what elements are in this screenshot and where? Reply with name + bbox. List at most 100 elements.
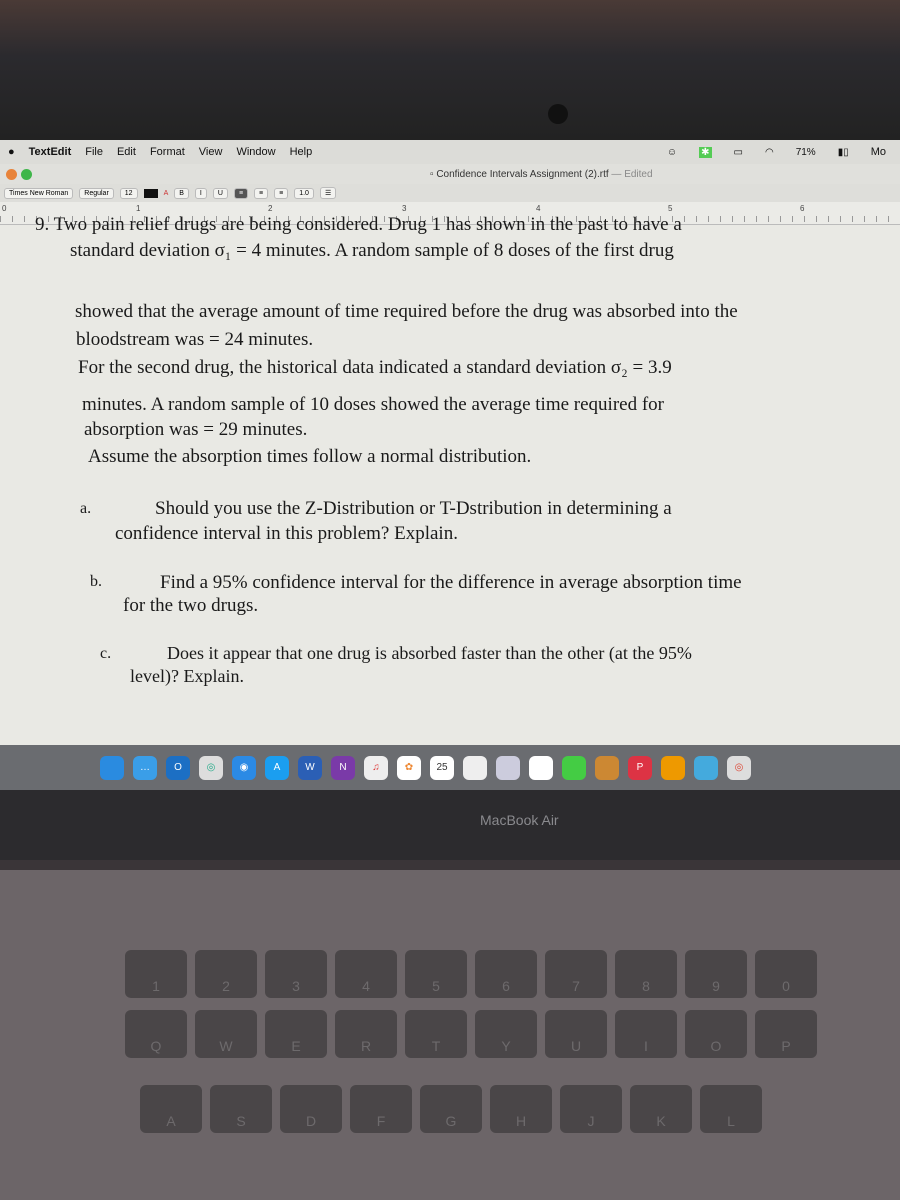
highlight-color-icon[interactable]: A <box>164 190 169 197</box>
key[interactable]: H <box>490 1085 552 1133</box>
key[interactable]: L <box>700 1085 762 1133</box>
zoom-button[interactable] <box>21 168 32 180</box>
minimize-button[interactable] <box>6 168 17 180</box>
key[interactable]: T <box>405 1010 467 1058</box>
top-letter-row: Q W E R T Y U I O P <box>125 1010 817 1058</box>
key[interactable]: Q <box>125 1010 187 1058</box>
italic-button[interactable]: I <box>194 187 207 199</box>
powerpoint-icon[interactable]: P <box>628 755 652 780</box>
key[interactable]: 0 <box>755 950 817 998</box>
font-family-select[interactable]: Times New Roman <box>4 187 74 199</box>
title-bar: ▫ Confidence Intervals Assignment (2).rt… <box>0 164 900 184</box>
key[interactable]: U <box>545 1010 607 1058</box>
photos-icon[interactable]: ✿ <box>397 755 421 780</box>
apple-icon[interactable]: ● <box>8 146 15 158</box>
text-color-swatch[interactable] <box>143 188 158 198</box>
key[interactable]: 7 <box>545 950 607 998</box>
menu-format[interactable]: Format <box>150 146 185 158</box>
safari-icon[interactable]: ◉ <box>232 755 256 780</box>
menu-view[interactable]: View <box>199 146 223 158</box>
key[interactable]: D <box>280 1085 342 1133</box>
align-right-icon[interactable]: ≡ <box>274 187 289 199</box>
key[interactable]: W <box>195 1010 257 1058</box>
key[interactable]: 9 <box>685 950 747 998</box>
edited-status: — Edited <box>611 168 653 180</box>
key[interactable]: F <box>350 1085 412 1133</box>
doc-line: absorption was = 29 minutes. <box>84 419 308 440</box>
appstore-icon[interactable]: A <box>265 755 289 780</box>
question-text: level)? Explain. <box>130 666 244 686</box>
preview-icon[interactable] <box>496 755 520 780</box>
menu-file[interactable]: File <box>85 146 103 158</box>
question-text: for the two drugs. <box>123 595 259 616</box>
itunes-icon[interactable]: ♫ <box>364 755 388 780</box>
menu-help[interactable]: Help <box>290 146 313 158</box>
key[interactable]: G <box>420 1085 482 1133</box>
airplay-icon[interactable]: ▭ <box>734 147 743 158</box>
calendar-icon[interactable]: 25 <box>430 755 454 780</box>
notes-icon[interactable] <box>463 755 487 780</box>
key[interactable]: I <box>615 1010 677 1058</box>
battery-icon[interactable]: ▮▯ <box>838 147 849 158</box>
finder-icon[interactable] <box>100 755 124 780</box>
stickies-icon[interactable] <box>529 755 553 780</box>
key[interactable]: 2 <box>195 950 257 998</box>
mail-icon[interactable] <box>694 755 718 780</box>
screen: ● TextEdit File Edit Format View Window … <box>0 140 900 745</box>
spacing-select[interactable]: 1.0 <box>294 187 314 199</box>
key[interactable]: 6 <box>475 950 537 998</box>
screen-bezel <box>0 0 900 140</box>
onenote-icon[interactable]: N <box>331 755 355 780</box>
facetime-icon[interactable] <box>562 755 586 780</box>
key[interactable]: 1 <box>125 950 187 998</box>
key[interactable]: J <box>560 1085 622 1133</box>
clock[interactable]: Mo <box>871 146 886 158</box>
keyboard: 1 2 3 4 5 6 7 8 9 0 Q W E R T Y U I O P … <box>0 870 900 1200</box>
wifi-icon[interactable]: ◠ <box>765 147 774 158</box>
key[interactable]: 5 <box>405 950 467 998</box>
key[interactable]: 3 <box>265 950 327 998</box>
messages-icon[interactable]: … <box>133 755 157 780</box>
menu-window[interactable]: Window <box>236 146 275 158</box>
chrome-icon[interactable]: ◎ <box>199 755 223 780</box>
question-label: b. <box>90 573 102 590</box>
key[interactable]: A <box>140 1085 202 1133</box>
doc-line: showed that the average amount of time r… <box>75 301 738 322</box>
underline-button[interactable]: U <box>212 187 228 199</box>
home-row: A S D F G H J K L <box>140 1085 762 1133</box>
evernote-icon[interactable]: ✱ <box>699 146 712 158</box>
key[interactable]: 8 <box>615 950 677 998</box>
bold-button[interactable]: B <box>174 187 189 199</box>
question-text: Does it appear that one drug is absorbed… <box>167 643 692 663</box>
status-area: ☺ ✱ ▭ ◠ 71% ▮▯ Mo <box>667 146 900 158</box>
menu-app[interactable]: TextEdit <box>29 146 72 158</box>
font-size-select[interactable]: 12 <box>119 187 138 199</box>
align-left-icon[interactable]: ≡ <box>233 187 249 199</box>
key[interactable]: S <box>210 1085 272 1133</box>
key[interactable]: 4 <box>335 950 397 998</box>
key[interactable]: P <box>755 1010 817 1058</box>
number-row: 1 2 3 4 5 6 7 8 9 0 <box>125 950 817 998</box>
align-center-icon[interactable]: ≡ <box>254 187 269 199</box>
font-style-select[interactable]: Regular <box>79 187 114 199</box>
key[interactable]: R <box>335 1010 397 1058</box>
question-text: confidence interval in this problem? Exp… <box>115 523 458 544</box>
key[interactable]: K <box>630 1085 692 1133</box>
menu-edit[interactable]: Edit <box>117 146 136 158</box>
list-icon[interactable]: ☰ <box>319 187 337 199</box>
question-text: Find a 95% confidence interval for the d… <box>160 572 742 593</box>
doc-line: standard deviation σ₁ = 4 minutes. A ran… <box>70 240 674 261</box>
key[interactable]: Y <box>475 1010 537 1058</box>
outlook-icon[interactable]: O <box>166 755 190 780</box>
doc-line: Assume the absorption times follow a nor… <box>88 446 532 467</box>
status-icon[interactable]: ☺ <box>667 147 677 158</box>
word-icon[interactable]: W <box>298 755 322 780</box>
doc-line: 9. Two pain relief drugs are being consi… <box>35 214 682 235</box>
chrome2-icon[interactable]: ◎ <box>727 755 751 780</box>
reading-icon[interactable] <box>661 755 685 780</box>
ruler-mark: 6 <box>800 204 805 213</box>
key[interactable]: O <box>685 1010 747 1058</box>
question-label: a. <box>80 500 92 517</box>
books-icon[interactable] <box>595 755 619 780</box>
key[interactable]: E <box>265 1010 327 1058</box>
